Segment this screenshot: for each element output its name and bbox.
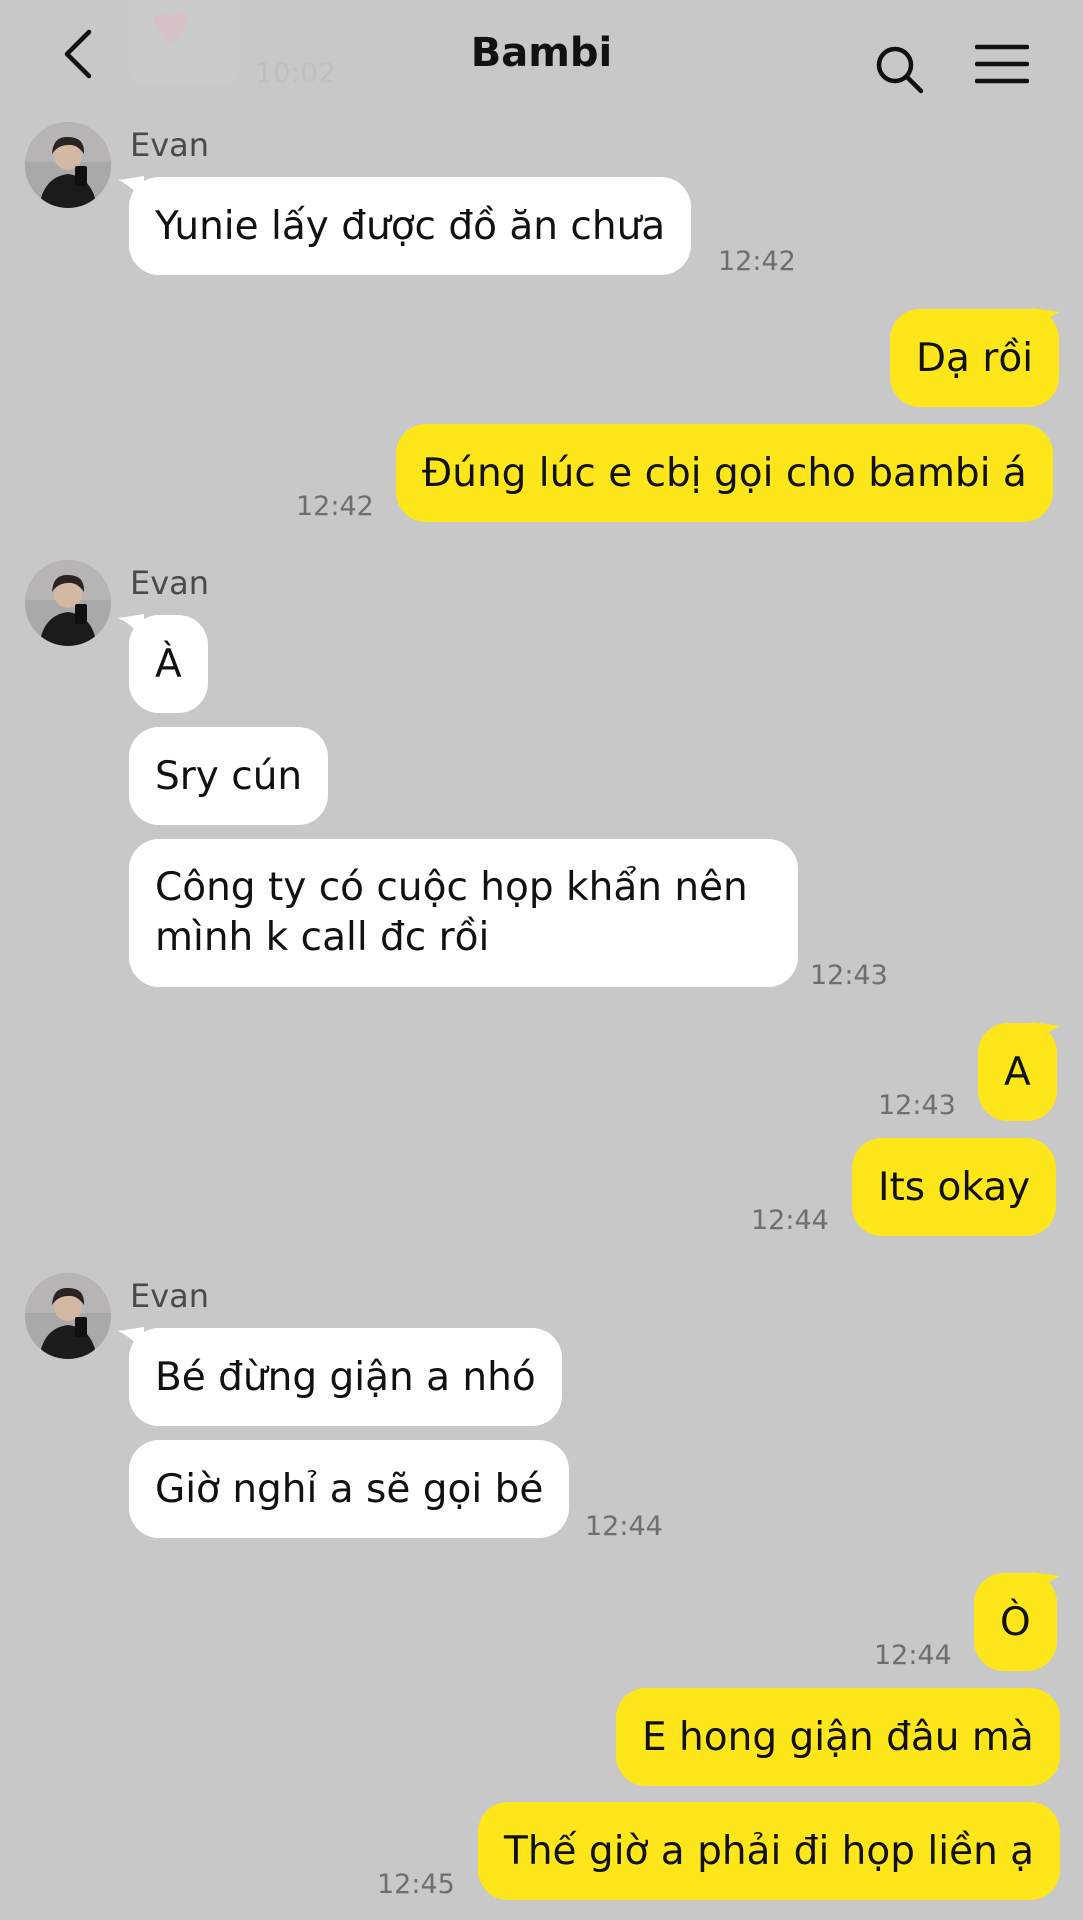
avatar[interactable] bbox=[25, 1273, 111, 1359]
message-time: 12:44 bbox=[585, 1511, 663, 1542]
message-bubble[interactable]: Its okay bbox=[852, 1138, 1057, 1236]
search-button[interactable] bbox=[868, 38, 932, 102]
search-icon bbox=[876, 46, 924, 94]
hamburger-menu-icon bbox=[975, 44, 1029, 84]
message-bubble[interactable]: A bbox=[978, 1023, 1057, 1121]
message-time: 12:42 bbox=[718, 246, 796, 277]
menu-button[interactable] bbox=[970, 38, 1034, 90]
avatar-photo bbox=[25, 1273, 111, 1359]
sender-name: Evan bbox=[130, 126, 210, 164]
message-bubble[interactable]: Sry cún bbox=[129, 727, 329, 825]
message-bubble[interactable]: Dạ rồi bbox=[890, 309, 1060, 407]
message-bubble[interactable]: Giờ nghỉ a sẽ gọi bé bbox=[129, 1440, 570, 1538]
message-time: 12:43 bbox=[810, 960, 888, 991]
message-time: 12:44 bbox=[874, 1640, 952, 1671]
message-time: 12:43 bbox=[878, 1090, 956, 1121]
message-bubble[interactable]: Đúng lúc e cbị gọi cho bambi á bbox=[396, 424, 1053, 522]
sender-name: Evan bbox=[130, 564, 210, 602]
message-bubble[interactable]: Ò bbox=[974, 1573, 1057, 1671]
avatar[interactable] bbox=[25, 560, 111, 646]
message-bubble[interactable]: E hong giận đâu mà bbox=[616, 1688, 1060, 1786]
avatar[interactable] bbox=[25, 122, 111, 208]
message-time: 12:45 bbox=[377, 1869, 455, 1900]
avatar-photo bbox=[25, 122, 111, 208]
message-time: 12:44 bbox=[751, 1205, 829, 1236]
message-bubble[interactable]: Bé đừng giận a nhó bbox=[129, 1328, 562, 1426]
avatar-photo bbox=[25, 560, 111, 646]
message-bubble[interactable]: À bbox=[129, 615, 208, 713]
sender-name: Evan bbox=[130, 1277, 210, 1315]
message-bubble[interactable]: Yunie lấy được đồ ăn chưa bbox=[129, 177, 692, 275]
message-time: 12:42 bbox=[296, 491, 374, 522]
message-bubble[interactable]: Công ty có cuộc họp khẩn nên mình k call… bbox=[129, 839, 798, 987]
message-bubble[interactable]: Thế giờ a phải đi họp liền ạ bbox=[478, 1802, 1061, 1900]
